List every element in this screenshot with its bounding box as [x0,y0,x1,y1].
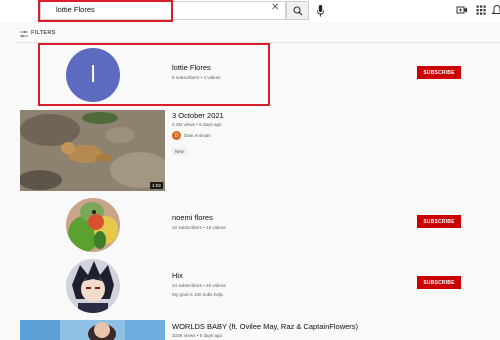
filters-icon[interactable] [20,30,28,38]
channel-name[interactable]: Hix [172,271,183,280]
channel-avatar-small[interactable]: D [172,131,181,140]
filters-button[interactable]: FILTERS [31,30,56,36]
channel-description: My goal is 100 subs help. [172,292,224,297]
video-thumbnail[interactable]: 1:02 [20,110,165,191]
channel-meta: 10 subscribers • 16 videos [172,225,226,230]
mic-icon[interactable] [316,4,325,18]
video-channel-name[interactable]: Dasi Animals [184,133,211,138]
channel-meta: 24 subscribers • 26 videos [172,283,226,288]
apps-icon[interactable] [475,4,487,16]
thumbnail-image [20,110,165,191]
channel-initial: D [174,132,179,139]
channel-name[interactable]: noemi flores [172,213,213,222]
subscribe-button[interactable]: SUBSCRIBE [417,215,461,228]
search-highlight-box [38,0,173,22]
search-button[interactable] [286,1,309,20]
video-title[interactable]: 3 October 2021 [172,111,224,120]
thumbnail-image [20,320,165,340]
channel-avatar[interactable] [66,198,120,252]
video-meta: 333K views • 6 days ago [172,333,223,338]
clear-icon[interactable]: ✕ [271,3,279,13]
subscribe-button[interactable]: SUBSCRIBE [417,66,461,79]
parrot-avatar-image [66,198,120,252]
video-thumbnail[interactable] [20,320,165,340]
subscribe-button[interactable]: SUBSCRIBE [417,276,461,289]
new-badge: New [172,148,187,155]
anime-avatar-image [66,259,120,313]
search-icon [292,5,302,15]
video-meta: 2.2M views • 5 days ago [172,122,222,127]
channel-avatar[interactable] [66,259,120,313]
create-icon[interactable] [456,4,468,16]
video-duration: 1:02 [150,182,163,189]
channel-highlight-box [38,43,270,106]
notifications-icon[interactable] [491,4,500,16]
video-title[interactable]: WORLDS BABY (ft. Ovilee May, Raz & Capta… [172,322,358,331]
